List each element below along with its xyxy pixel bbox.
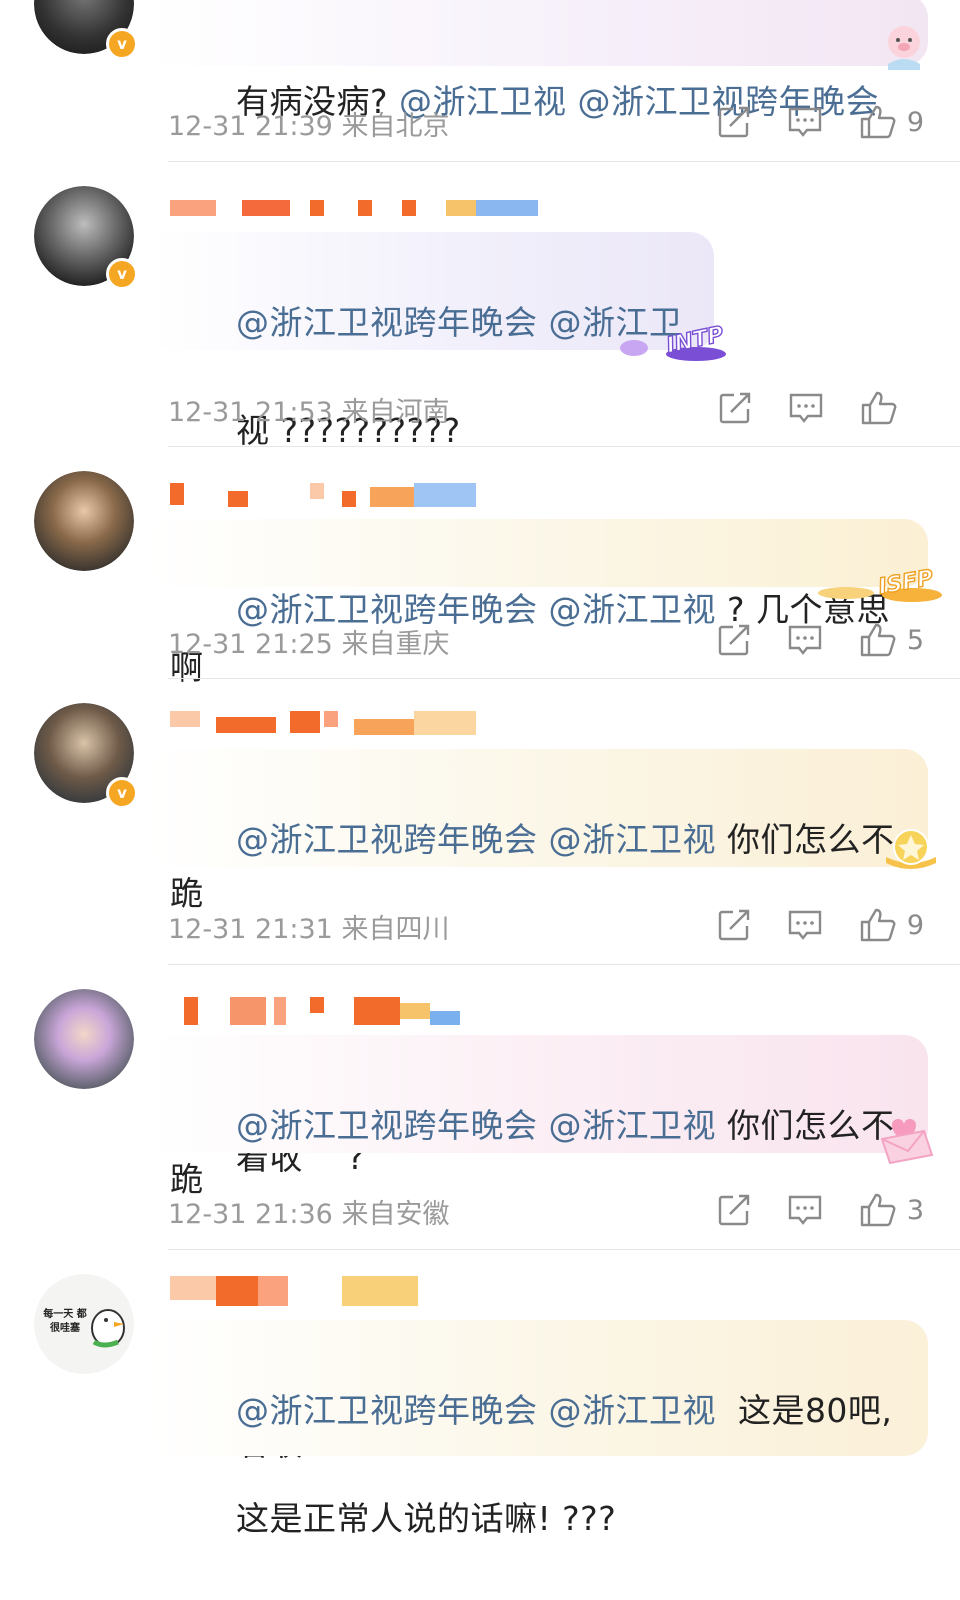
repost-button[interactable]	[717, 623, 751, 657]
like-count: 9	[906, 909, 924, 941]
verified-icon: v	[106, 28, 138, 60]
pig-sticker-icon	[888, 26, 920, 70]
like-button[interactable]	[860, 390, 924, 426]
mbti-badge: ISFP	[812, 553, 946, 605]
mention-link[interactable]: @浙江卫视跨年晚会	[236, 1106, 538, 1145]
like-count: 5	[906, 624, 924, 656]
divider	[168, 1249, 960, 1250]
like-icon	[861, 391, 897, 425]
divider	[168, 161, 960, 162]
comment-time: 12-31 21:53	[168, 397, 333, 428]
comment-meta: 12-31 21:39 来自北京	[168, 104, 449, 143]
verified-icon: v	[106, 258, 138, 290]
action-bar	[682, 388, 924, 428]
comment-meta: 12-31 21:53 来自河南	[168, 390, 449, 429]
comment-time: 12-31 21:25	[168, 629, 333, 660]
isfp-badge-icon: ISFP	[818, 565, 942, 602]
comment-icon	[788, 625, 822, 655]
comment-meta: 12-31 21:31 来自四川	[168, 907, 449, 946]
comment-location: 来自四川	[341, 914, 450, 945]
avatar-text: 每一天 都很哇塞	[43, 1309, 87, 1334]
reply-button[interactable]	[787, 1193, 823, 1227]
mention-link[interactable]: @浙江卫视	[548, 1106, 716, 1145]
hearts-sticker-icon	[880, 1119, 934, 1165]
like-icon	[860, 1193, 896, 1227]
username-redacted	[170, 483, 490, 509]
mention-link[interactable]: @浙江卫视	[548, 820, 716, 859]
mention-link[interactable]: @浙江卫视跨年晚会	[236, 1391, 538, 1430]
action-bar: 9	[681, 102, 924, 142]
comment-bubble: @浙江卫视跨年晚会 @浙江卫视 你们怎么不跪 着收 $ ?	[150, 749, 928, 1177]
mention-link[interactable]: @浙江卫视跨年晚会	[236, 303, 538, 342]
username-redacted	[170, 200, 550, 226]
action-bar: 3	[681, 1190, 924, 1230]
repost-button[interactable]	[717, 1193, 751, 1227]
mention-link[interactable]: @浙江卫视	[548, 1391, 716, 1430]
comment-icon	[788, 107, 822, 137]
like-button[interactable]: 3	[859, 1192, 924, 1228]
repost-icon	[718, 106, 750, 138]
like-button[interactable]: 9	[859, 104, 924, 140]
divider	[168, 964, 960, 965]
comment-bubble: 有病没病? @浙江卫视 @浙江卫视跨年晚会	[150, 0, 928, 121]
action-bar: 5	[681, 620, 924, 660]
comment-time: 12-31 21:31	[168, 914, 333, 945]
username-redacted	[170, 1276, 490, 1306]
comment-time: 12-31 21:39	[168, 111, 333, 142]
like-icon	[860, 623, 896, 657]
like-icon	[860, 105, 896, 139]
mbti-badge: INTP	[600, 310, 730, 364]
repost-icon	[718, 1194, 750, 1226]
action-bar: 9	[681, 905, 924, 945]
reply-button[interactable]	[787, 105, 823, 139]
reply-button[interactable]	[788, 391, 824, 425]
comment-location: 来自重庆	[341, 629, 450, 660]
username-redacted	[170, 997, 490, 1025]
comment-icon	[789, 393, 823, 423]
comment-text: 这是80吧,	[737, 1391, 893, 1430]
comment-meta: 12-31 21:25 来自重庆	[168, 622, 449, 661]
comment-icon	[788, 910, 822, 940]
comment-meta: 12-31 21:36 来自安徽	[168, 1192, 449, 1231]
divider	[168, 446, 960, 447]
comment-icon	[788, 1195, 822, 1225]
comment-text: 这是正常人说的话嘛! ???	[235, 1499, 617, 1538]
repost-button[interactable]	[717, 908, 751, 942]
username-redacted	[170, 711, 490, 737]
like-button[interactable]: 5	[859, 622, 924, 658]
verified-icon: v	[106, 777, 138, 809]
comment-location: 来自北京	[341, 111, 450, 142]
like-button[interactable]: 9	[859, 907, 924, 943]
divider	[168, 678, 960, 679]
duck-icon	[91, 1309, 125, 1348]
avatar[interactable]	[34, 989, 134, 1089]
like-icon	[860, 908, 896, 942]
star-badge-icon	[886, 829, 936, 869]
repost-button[interactable]	[717, 105, 751, 139]
comment-location: 来自河南	[341, 397, 450, 428]
reply-button[interactable]	[787, 908, 823, 942]
like-count: 9	[906, 106, 924, 138]
intp-badge-icon: INTP	[620, 322, 727, 361]
comment-location: 来自安徽	[341, 1199, 450, 1230]
comment-bubble: @浙江卫视跨年晚会 @浙江卫视 你们怎么不跪 着收 $	[150, 1035, 928, 1463]
mention-link[interactable]: @浙江卫视跨年晚会	[236, 820, 538, 859]
repost-icon	[719, 392, 751, 424]
repost-icon	[718, 624, 750, 656]
avatar[interactable]: 每一天 都很哇塞	[34, 1274, 134, 1374]
comment-bubble: @浙江卫视跨年晚会 @浙江卫视 这是80吧, 这是正常人说的话嘛! ???	[150, 1320, 928, 1538]
repost-icon	[718, 909, 750, 941]
avatar[interactable]	[34, 471, 134, 571]
comment-time: 12-31 21:36	[168, 1199, 333, 1230]
repost-button[interactable]	[718, 391, 752, 425]
reply-button[interactable]	[787, 623, 823, 657]
like-count: 3	[906, 1194, 924, 1226]
